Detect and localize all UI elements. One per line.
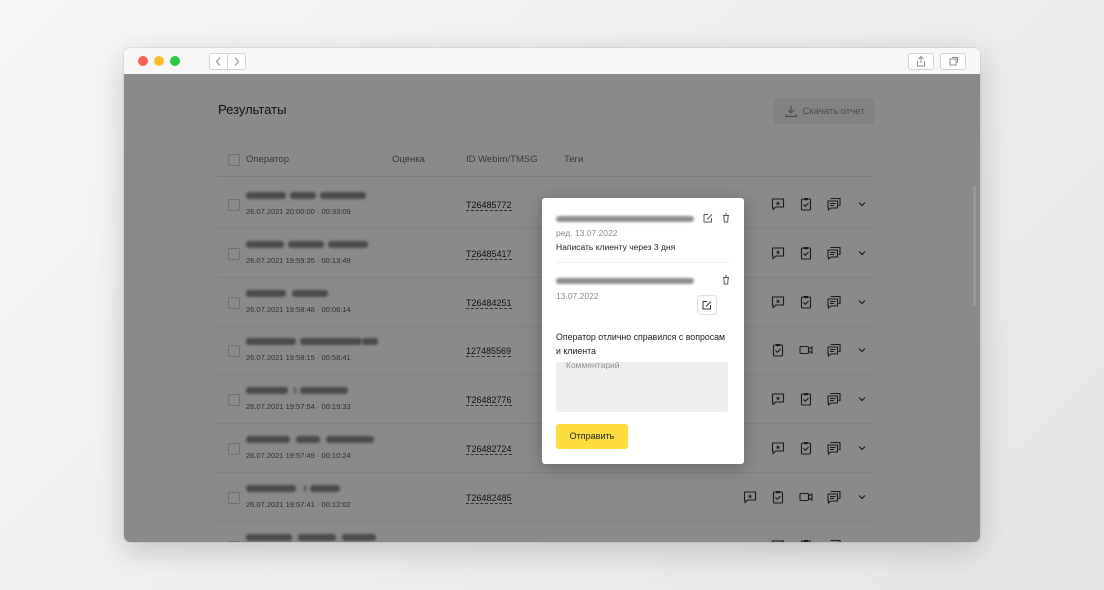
send-button[interactable]: Отправить (556, 424, 628, 449)
chevron-left-icon (215, 57, 221, 66)
back-button[interactable] (209, 53, 228, 70)
share-button[interactable] (908, 53, 934, 70)
edit-icon (702, 301, 712, 310)
comment-author-redacted (556, 278, 694, 284)
close-window-button[interactable] (138, 56, 148, 66)
comment-date: ред. 13.07.2022 (556, 228, 618, 238)
comment-author-redacted (556, 216, 694, 222)
trash-icon[interactable] (720, 274, 732, 286)
scrollbar-thumb[interactable] (973, 186, 976, 306)
comment-text-line: и клиента (556, 346, 596, 356)
minimize-window-button[interactable] (154, 56, 164, 66)
tabs-icon (949, 57, 958, 66)
comment-text: Написать клиенту через 3 дня (556, 242, 676, 252)
comment-divider (556, 262, 730, 263)
chevron-right-icon (234, 57, 240, 66)
highlighted-comment: Оператор отлично справился с вопросам и … (542, 326, 744, 362)
comment-text-line: Оператор отлично справился с вопросам (556, 332, 726, 342)
comment-date: 13.07.2022 (556, 291, 599, 301)
maximize-window-button[interactable] (170, 56, 180, 66)
window-titlebar (124, 48, 980, 75)
edit-icon[interactable] (702, 212, 714, 224)
tabs-overview-button[interactable] (940, 53, 966, 70)
share-icon (917, 55, 925, 67)
edit-comment-button[interactable] (698, 296, 716, 314)
trash-icon[interactable] (720, 212, 732, 224)
browser-window: Результаты Скачать отчет Оператор Оценка… (124, 48, 980, 542)
page-content: Результаты Скачать отчет Оператор Оценка… (124, 74, 980, 542)
forward-button[interactable] (227, 53, 246, 70)
